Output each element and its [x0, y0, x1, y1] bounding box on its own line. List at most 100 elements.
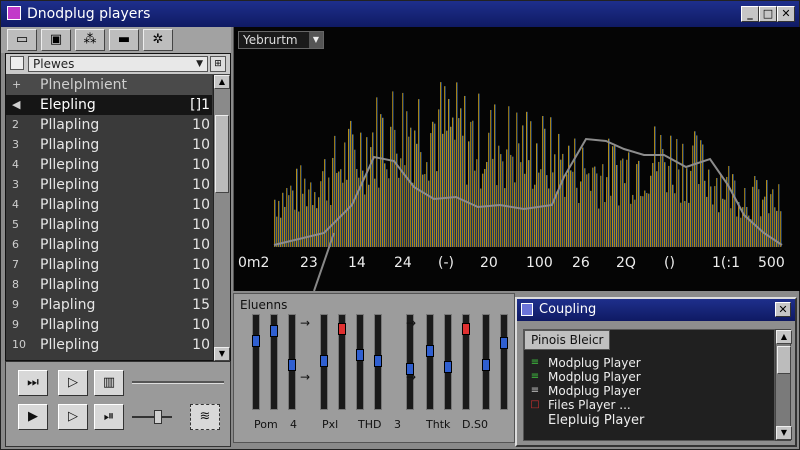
fader-knob[interactable]: [320, 355, 328, 367]
mixer-fader[interactable]: [320, 314, 328, 410]
scroll-up-icon[interactable]: ▲: [776, 330, 792, 344]
row-length: 10: [192, 337, 210, 353]
window-title: Dnodplug players: [27, 6, 151, 22]
row-title: Pllepling: [40, 157, 100, 173]
fader-knob[interactable]: [426, 345, 434, 357]
mixer-fader[interactable]: [374, 314, 382, 410]
playlist-row[interactable]: 9 Pllapling 10: [6, 315, 212, 335]
row-title: Plapling: [40, 297, 96, 313]
mixer-fader[interactable]: [252, 314, 260, 410]
row-length: 10: [192, 317, 210, 333]
snowflake-icon[interactable]: ✲: [143, 29, 173, 51]
playlist-row[interactable]: ◀ Elepling []1: [6, 95, 212, 115]
playlist-row[interactable]: 4 Pllapling 10: [6, 195, 212, 215]
row-index: 7: [12, 258, 19, 271]
playlist-row[interactable]: 9 Plapling 15: [6, 295, 212, 315]
player-list-item[interactable]: ≡ Modplug Player: [524, 370, 774, 384]
app-window: Dnodplug players _ □ ✕ ▭ ▣ ⁂ ▬ ✲ Plewes …: [0, 0, 800, 450]
mixer-fader[interactable]: [444, 314, 452, 410]
mixer-fader[interactable]: [482, 314, 490, 410]
playlist-row[interactable]: 5 Pllapling 10: [6, 215, 212, 235]
playlist-row[interactable]: 2 Pllapling 10: [6, 115, 212, 135]
row-length: 10: [192, 277, 210, 293]
playlist-row[interactable]: 3 Pllepling 10: [6, 175, 212, 195]
row-title: Pllapling: [40, 317, 100, 333]
folder-icon[interactable]: ▭: [7, 29, 37, 51]
mixer-fader[interactable]: [500, 314, 508, 410]
skip-icon[interactable]: ⏭: [18, 370, 48, 396]
scroll-thumb[interactable]: [215, 115, 229, 193]
dialog-scrollbar[interactable]: ▲ ▼: [775, 329, 792, 441]
playlist-select[interactable]: Plewes ▼: [28, 56, 208, 72]
fader-knob[interactable]: [374, 355, 382, 367]
fader-knob[interactable]: [252, 335, 260, 347]
row-title: Pllapling: [40, 217, 100, 233]
fader-knob[interactable]: [462, 323, 470, 335]
player-list-item[interactable]: Elepluig Player: [524, 414, 774, 428]
mixer-fader[interactable]: [288, 314, 296, 410]
playlist-selector[interactable]: Plewes ▼ ⊞: [6, 54, 230, 75]
new-playlist-icon[interactable]: [10, 56, 24, 70]
item-label: Modplug Player: [548, 356, 641, 370]
equalizer-icon[interactable]: ▥: [94, 370, 124, 396]
fader-knob[interactable]: [338, 323, 346, 335]
mixer-fader[interactable]: [270, 314, 278, 410]
chevron-down-icon[interactable]: ▼: [196, 57, 203, 71]
play-button[interactable]: ▶: [18, 404, 48, 430]
transport-panel: ⏭ ▷ ▥ ▶ ▷ ⏯ ≋: [5, 361, 231, 447]
fader-knob[interactable]: [288, 359, 296, 371]
mixer-fader[interactable]: [356, 314, 364, 410]
mixer-fader[interactable]: [338, 314, 346, 410]
player-list-item[interactable]: □ Files Player ...: [524, 398, 774, 412]
minimize-button[interactable]: _: [741, 6, 759, 22]
close-button[interactable]: ✕: [777, 6, 795, 22]
next-icon[interactable]: ⏯: [94, 404, 124, 430]
scroll-down-icon[interactable]: ▼: [214, 347, 230, 361]
playlist-scrollbar[interactable]: ▲ ▼: [213, 75, 230, 361]
volume-slider[interactable]: [132, 416, 172, 418]
scroll-up-icon[interactable]: ▲: [214, 75, 230, 89]
channel-link-arrow: →: [300, 370, 311, 384]
monitor-icon[interactable]: ▬: [109, 29, 139, 51]
item-marker-icon: [530, 414, 540, 424]
scroll-down-icon[interactable]: ▼: [776, 426, 792, 440]
playlist-row[interactable]: 10 Pllepling 10: [6, 335, 212, 355]
seek-bar[interactable]: [132, 381, 224, 384]
chevron-down-icon[interactable]: ▼: [309, 32, 323, 48]
dialog-title-bar[interactable]: Coupling ✕: [517, 299, 795, 321]
fader-knob[interactable]: [444, 361, 452, 373]
mixer-fader[interactable]: [426, 314, 434, 410]
fader-knob[interactable]: [482, 359, 490, 371]
player-list-header[interactable]: Pinois Bleicr: [524, 330, 610, 350]
playlist-row[interactable]: 3 Pllapling 10: [6, 135, 212, 155]
play-icon[interactable]: ▷: [58, 370, 88, 396]
dialog-close-button[interactable]: ✕: [775, 302, 791, 317]
row-title: Pllapling: [40, 277, 100, 293]
row-index: 3: [12, 178, 19, 191]
play-outline-icon[interactable]: ▷: [58, 404, 88, 430]
mixer-fader[interactable]: [462, 314, 470, 410]
playlist-mode-button[interactable]: ≋: [190, 404, 220, 430]
scroll-thumb[interactable]: [777, 346, 791, 374]
grid-view-icon[interactable]: ⊞: [210, 56, 226, 72]
playlist-row[interactable]: 7 Pllapling 10: [6, 255, 212, 275]
visualizer-selector[interactable]: Yebrurtm ▼: [238, 31, 324, 49]
fader-knob[interactable]: [500, 337, 508, 349]
spectrum-bars: [274, 82, 782, 248]
dots-icon[interactable]: ⁂: [75, 29, 105, 51]
fader-knob[interactable]: [270, 325, 278, 337]
fader-knob[interactable]: [356, 349, 364, 361]
player-list-item[interactable]: ≡ Modplug Player: [524, 356, 774, 370]
row-title: Pllapling: [40, 137, 100, 153]
volume-knob[interactable]: [154, 410, 162, 424]
player-list-item[interactable]: ≡ Modplug Player: [524, 384, 774, 398]
row-index: 4: [12, 158, 19, 171]
title-bar[interactable]: Dnodplug players _ □ ✕: [1, 1, 799, 27]
header-mark: +: [12, 78, 22, 91]
playlist-row[interactable]: 8 Pllapling 10: [6, 275, 212, 295]
maximize-button[interactable]: □: [759, 6, 777, 22]
playlist-row[interactable]: 6 Pllapling 10: [6, 235, 212, 255]
playlist-row[interactable]: 4 Pllepling 10: [6, 155, 212, 175]
row-length: 10: [192, 237, 210, 253]
save-icon[interactable]: ▣: [41, 29, 71, 51]
